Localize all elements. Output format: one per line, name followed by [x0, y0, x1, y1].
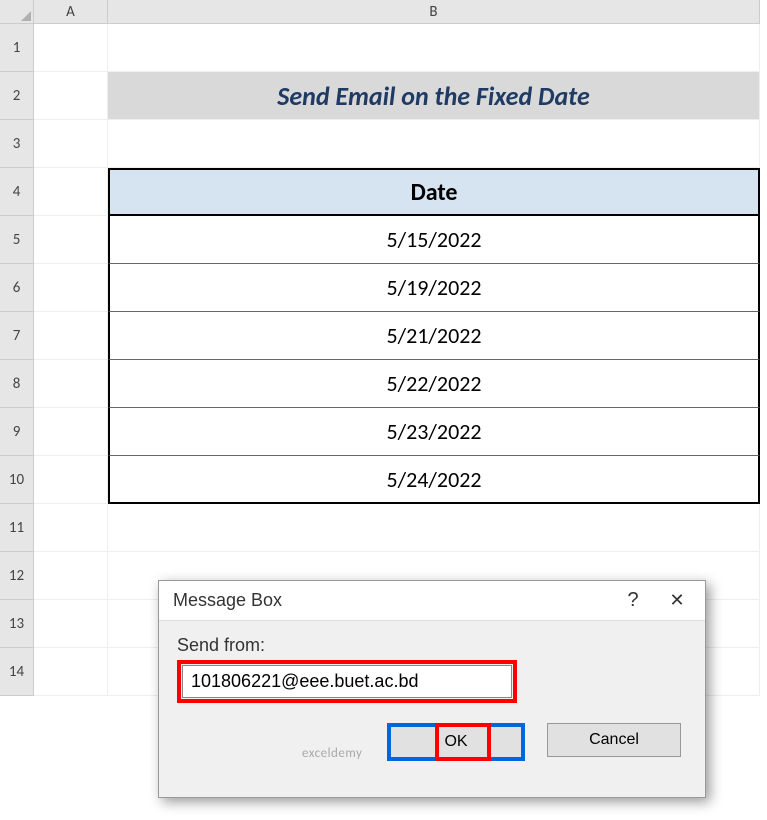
cell-A9[interactable]: [34, 408, 108, 456]
cell-A12[interactable]: [34, 552, 108, 600]
help-icon[interactable]: ?: [611, 589, 655, 612]
cell-A10[interactable]: [34, 456, 108, 504]
row-header-9[interactable]: 9: [0, 408, 34, 456]
row-header-4[interactable]: 4: [0, 168, 34, 216]
send-from-label: Send from:: [177, 635, 687, 656]
row-header-12[interactable]: 12: [0, 552, 34, 600]
date-cell-6[interactable]: 5/24/2022: [108, 456, 760, 504]
cell-A3[interactable]: [34, 120, 108, 168]
column-header-B[interactable]: B: [108, 0, 760, 24]
row-header-8[interactable]: 8: [0, 360, 34, 408]
dialog-buttons: OK Cancel: [159, 713, 705, 775]
close-icon[interactable]: ✕: [655, 590, 699, 611]
date-cell-4[interactable]: 5/22/2022: [108, 360, 760, 408]
dialog-titlebar[interactable]: Message Box ? ✕: [159, 581, 705, 621]
date-cell-5[interactable]: 5/23/2022: [108, 408, 760, 456]
column-header-A[interactable]: A: [34, 0, 108, 24]
ok-button[interactable]: OK: [391, 727, 521, 757]
row-header-11[interactable]: 11: [0, 504, 34, 552]
cell-A4[interactable]: [34, 168, 108, 216]
cell-A1[interactable]: [34, 24, 108, 72]
ok-button-focus-ring: OK: [387, 723, 525, 761]
cell-A11[interactable]: [34, 504, 108, 552]
cell-A13[interactable]: [34, 600, 108, 648]
message-box-dialog: Message Box ? ✕ Send from: OK Cancel: [158, 580, 706, 798]
cancel-button[interactable]: Cancel: [547, 723, 681, 757]
dialog-title: Message Box: [173, 590, 611, 611]
select-all-corner[interactable]: [0, 0, 34, 24]
watermark: exceldemy: [302, 746, 362, 761]
cell-A6[interactable]: [34, 264, 108, 312]
cell-B1[interactable]: [108, 24, 760, 72]
cell-A5[interactable]: [34, 216, 108, 264]
row-header-13[interactable]: 13: [0, 600, 34, 648]
row-header-5[interactable]: 5: [0, 216, 34, 264]
row-header-1[interactable]: 1: [0, 24, 34, 72]
cell-B3[interactable]: [108, 120, 760, 168]
cell-A14[interactable]: [34, 648, 108, 696]
send-from-input[interactable]: [182, 665, 512, 698]
row-header-7[interactable]: 7: [0, 312, 34, 360]
row-header-10[interactable]: 10: [0, 456, 34, 504]
dialog-body: Send from:: [159, 621, 705, 713]
row-header-2[interactable]: 2: [0, 72, 34, 120]
table-header-date[interactable]: Date: [108, 168, 760, 216]
cell-B11[interactable]: [108, 504, 760, 552]
row-header-14[interactable]: 14: [0, 648, 34, 696]
sheet-title[interactable]: Send Email on the Fixed Date: [108, 72, 760, 120]
cell-A2[interactable]: [34, 72, 108, 120]
cell-A8[interactable]: [34, 360, 108, 408]
date-cell-2[interactable]: 5/19/2022: [108, 264, 760, 312]
date-cell-3[interactable]: 5/21/2022: [108, 312, 760, 360]
input-highlight: [177, 660, 517, 703]
date-cell-1[interactable]: 5/15/2022: [108, 216, 760, 264]
row-header-6[interactable]: 6: [0, 264, 34, 312]
row-header-3[interactable]: 3: [0, 120, 34, 168]
cell-A7[interactable]: [34, 312, 108, 360]
